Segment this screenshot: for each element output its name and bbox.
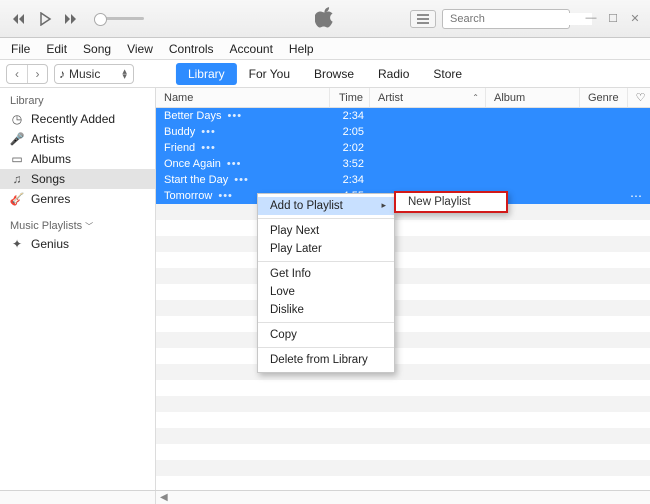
nav-row: ‹ › ♪ Music ▴▾ Library For You Browse Ra… [0, 60, 650, 88]
ctx-item[interactable]: Dislike [258, 301, 394, 319]
empty-row [156, 364, 650, 380]
row-more-icon[interactable]: ⋯ [630, 189, 642, 203]
guitar-icon: 🎸 [10, 192, 24, 206]
empty-row [156, 236, 650, 252]
empty-row [156, 284, 650, 300]
sidebar-item-genius[interactable]: ✦Genius [0, 234, 155, 254]
col-time[interactable]: Time [330, 88, 370, 107]
ctx-item[interactable]: Play Later [258, 240, 394, 258]
tab-library[interactable]: Library [176, 63, 237, 85]
list-view-button[interactable] [410, 10, 436, 28]
sidebar-item-songs[interactable]: ♫Songs [0, 169, 155, 189]
empty-row [156, 332, 650, 348]
col-genre[interactable]: Genre [580, 88, 628, 107]
tab-radio[interactable]: Radio [366, 63, 421, 85]
table-header: Name Time Artist⌃ Album Genre ♡ [156, 88, 650, 108]
mic-icon: 🎤 [10, 132, 24, 146]
menu-controls[interactable]: Controls [162, 40, 221, 58]
volume-slider[interactable] [94, 17, 144, 20]
empty-row [156, 220, 650, 236]
tab-store[interactable]: Store [421, 63, 474, 85]
sidebar-item-artists[interactable]: 🎤Artists [0, 129, 155, 149]
ctx-item[interactable]: Copy [258, 326, 394, 344]
table-row[interactable]: Buddy •••2:05 [156, 124, 650, 140]
table-row[interactable]: Friend •••2:02 [156, 140, 650, 156]
note-icon: ♫ [10, 172, 24, 186]
menubar: File Edit Song View Controls Account Hel… [0, 38, 650, 60]
apple-logo-icon [315, 6, 335, 31]
search-input[interactable] [450, 13, 592, 25]
sort-indicator-icon: ⌃ [472, 93, 479, 102]
table-row[interactable]: Once Again •••3:52 [156, 156, 650, 172]
col-loved[interactable]: ♡ [628, 88, 650, 107]
content-area: Name Time Artist⌃ Album Genre ♡ Better D… [156, 88, 650, 490]
clock-icon: ◷ [10, 112, 24, 126]
menu-help[interactable]: Help [282, 40, 321, 58]
ctx-item[interactable]: Add to Playlist▸ [258, 197, 394, 215]
empty-row [156, 428, 650, 444]
nav-forward-button[interactable]: › [27, 65, 47, 83]
table-row[interactable]: Better Days •••2:34 [156, 108, 650, 124]
sidebar-item-recently-added[interactable]: ◷Recently Added [0, 109, 155, 129]
empty-row [156, 380, 650, 396]
hscroll-left-icon[interactable]: ◀ [160, 492, 168, 503]
ctx-item[interactable]: Love [258, 283, 394, 301]
empty-row [156, 396, 650, 412]
titlebar: — ☐ ✕ [0, 0, 650, 38]
empty-row [156, 300, 650, 316]
sidebar-item-albums[interactable]: ▭Albums [0, 149, 155, 169]
minimize-button[interactable]: — [584, 12, 598, 25]
empty-row [156, 316, 650, 332]
genius-icon: ✦ [10, 237, 24, 251]
sidebar-item-genres[interactable]: 🎸Genres [0, 189, 155, 209]
nav-back-button[interactable]: ‹ [7, 65, 27, 83]
empty-row [156, 460, 650, 476]
table-row[interactable]: Start the Day •••2:34 [156, 172, 650, 188]
footer-bar: ◀ [0, 490, 650, 504]
menu-view[interactable]: View [120, 40, 160, 58]
col-name[interactable]: Name [156, 88, 330, 107]
sidebar-heading-library: Library [0, 92, 155, 109]
col-album[interactable]: Album [486, 88, 580, 107]
sidebar: Library ◷Recently Added 🎤Artists ▭Albums… [0, 88, 156, 490]
empty-row [156, 348, 650, 364]
ctx-item[interactable]: Get Info [258, 265, 394, 283]
prev-track-button[interactable] [8, 8, 30, 30]
empty-row [156, 476, 650, 490]
submenu-arrow-icon: ▸ [381, 200, 386, 211]
empty-row [156, 412, 650, 428]
menu-edit[interactable]: Edit [39, 40, 74, 58]
menu-file[interactable]: File [4, 40, 37, 58]
context-menu: Add to Playlist▸ Play NextPlay Later Get I… [257, 193, 395, 373]
col-artist[interactable]: Artist⌃ [370, 88, 486, 107]
source-select[interactable]: ♪ Music ▴▾ [54, 64, 134, 84]
music-note-icon: ♪ [59, 67, 65, 81]
chevron-down-icon: ﹀ [85, 221, 93, 232]
source-label: Music [69, 67, 100, 81]
empty-row [156, 444, 650, 460]
search-field[interactable] [442, 9, 570, 29]
table-body: Better Days •••2:34Buddy •••2:05Friend •… [156, 108, 650, 490]
menu-song[interactable]: Song [76, 40, 118, 58]
nav-tabs: Library For You Browse Radio Store [176, 63, 474, 85]
close-button[interactable]: ✕ [628, 12, 642, 25]
sidebar-heading-playlists[interactable]: Music Playlists﹀ [0, 217, 155, 234]
ctx-item[interactable]: Delete from Library [258, 351, 394, 369]
play-button[interactable] [34, 8, 56, 30]
next-track-button[interactable] [60, 8, 82, 30]
ctx-item[interactable]: Play Next [258, 222, 394, 240]
menu-account[interactable]: Account [223, 40, 280, 58]
tab-for-you[interactable]: For You [237, 63, 302, 85]
context-submenu-new-playlist[interactable]: New Playlist [394, 191, 508, 213]
empty-row [156, 252, 650, 268]
album-icon: ▭ [10, 152, 24, 166]
tab-browse[interactable]: Browse [302, 63, 366, 85]
maximize-button[interactable]: ☐ [606, 12, 620, 25]
empty-row [156, 268, 650, 284]
heart-icon: ♡ [636, 91, 646, 104]
